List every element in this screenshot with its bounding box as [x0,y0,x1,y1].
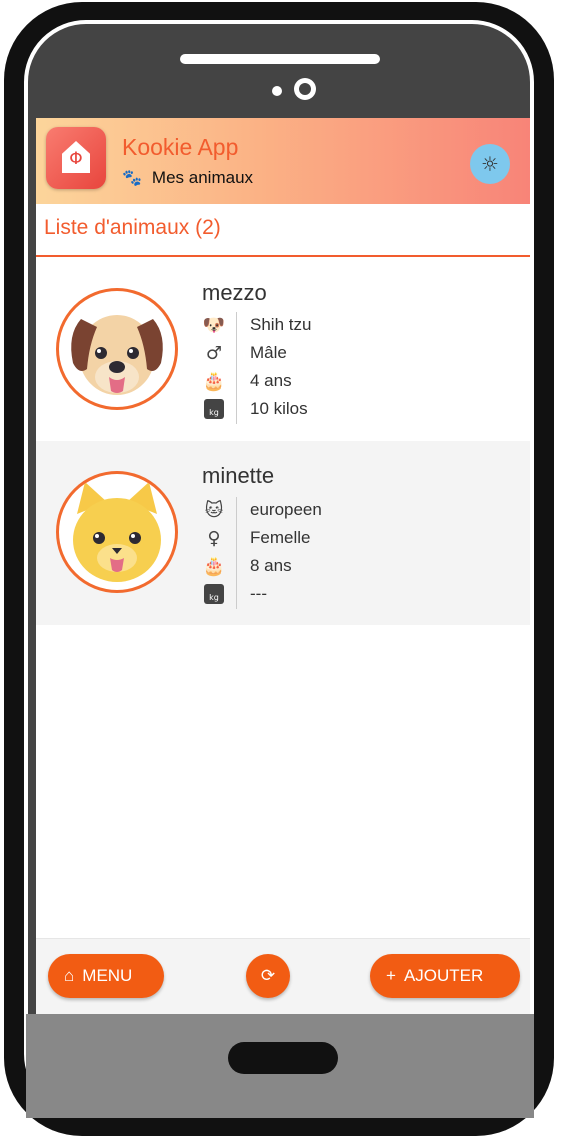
pet-row-mezzo[interactable]: mezzo 🐶 Shih tzu ♂ Mâle 🎂 4 ans kg 10 ki… [36,258,530,481]
cat-avatar [56,471,178,593]
pet-sex-value: Femelle [250,528,311,547]
add-button[interactable]: + AJOUTER [370,954,520,998]
phone-sensor [272,86,282,96]
paw-icon: 🐾 [122,170,142,187]
pet-weight-value: 10 kilos [250,399,308,418]
phone-camera [294,78,316,100]
list-title: Liste d'animaux (2) [44,216,221,239]
dog-icon: 🐶 [202,315,226,336]
pet-row-minette[interactable]: minette 🐱 europeen ♀ Femelle 🎂 8 ans kg … [36,441,530,625]
dog-avatar [56,288,178,410]
birthday-cake-icon: 🎂 [202,556,226,577]
female-icon: ♀ [207,528,221,549]
pet-info: 🐶 Shih tzu ♂ Mâle 🎂 4 ans kg 10 kilos [202,312,362,424]
pet-weight-value: --- [250,584,267,603]
app-header: Φ Kookie App 🐾 Mes animaux ☼ [36,118,530,204]
pet-age: 🎂 4 ans [202,368,362,396]
pet-breed-value: Shih tzu [250,315,312,334]
app-logo-icon: Φ [46,127,106,189]
weight-icon: kg [202,583,226,607]
weight-icon: kg [202,398,226,422]
pet-age: 🎂 8 ans [202,553,362,581]
pet-name: minette [202,463,275,488]
pet-info: 🐱 europeen ♀ Femelle 🎂 8 ans kg --- [202,497,362,609]
pet-name: mezzo [202,280,267,305]
title-divider [36,255,530,257]
pet-breed: 🐶 Shih tzu [202,312,362,340]
bottom-toolbar: ⌂ MENU ⟳ + AJOUTER [36,938,530,1014]
sun-icon: ☼ [481,152,499,176]
add-label: AJOUTER [403,966,484,985]
birthday-cake-icon: 🎂 [202,371,226,392]
pet-weight: kg 10 kilos [202,396,362,424]
refresh-button[interactable]: ⟳ [246,954,290,998]
pet-sex-value: Mâle [250,343,287,362]
page-subtitle: 🐾 Mes animaux [122,168,253,188]
cat-icon: 🐱 [204,500,224,521]
plus-icon: + [386,966,396,985]
phone-home-button[interactable] [228,1042,338,1074]
pet-weight: kg --- [202,581,362,609]
phone-speaker [180,54,380,64]
menu-button[interactable]: ⌂ MENU [48,954,164,998]
page-subtitle-text: Mes animaux [151,168,254,187]
pet-age-value: 8 ans [250,556,292,575]
menu-label: MENU [82,966,133,985]
home-icon: ⌂ [64,966,75,985]
pet-breed-value: europeen [250,500,322,519]
pet-breed: 🐱 europeen [202,497,362,525]
app-title: Kookie App [122,134,239,160]
app-screen: Φ Kookie App 🐾 Mes animaux ☼ Liste d'anim… [36,118,530,1014]
male-icon: ♂ [205,343,223,364]
pet-sex: ♀ Femelle [202,525,362,553]
pet-age-value: 4 ans [250,371,292,390]
pet-sex: ♂ Mâle [202,340,362,368]
theme-toggle-button[interactable]: ☼ [470,144,510,184]
refresh-icon: ⟳ [260,966,276,985]
